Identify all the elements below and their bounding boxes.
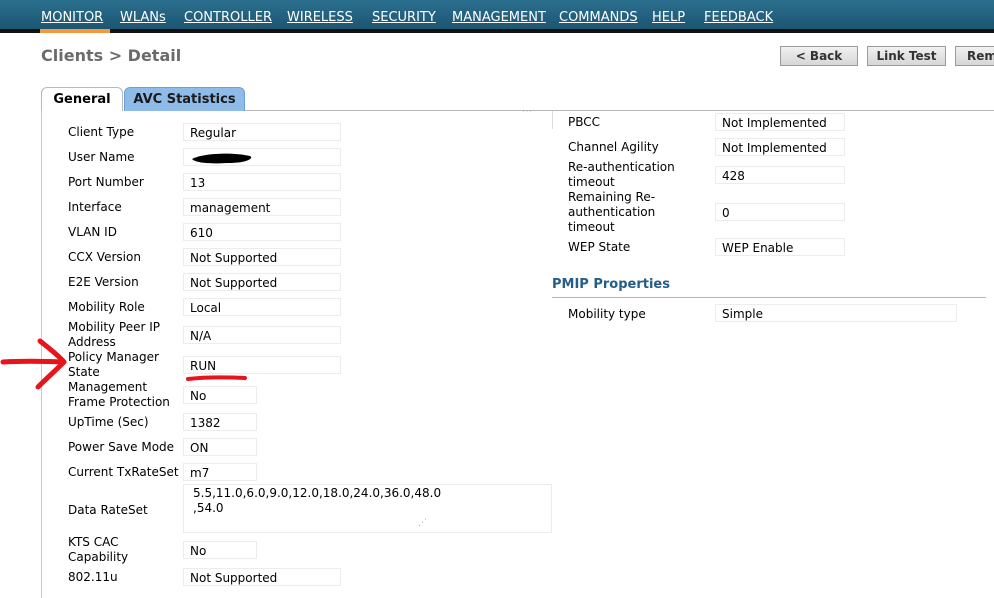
user-name-label: User Name: [68, 150, 135, 164]
pmip-section-title: PMIP Properties: [552, 277, 670, 292]
nav-commands[interactable]: COMMANDS: [559, 10, 638, 25]
kts-cac-capability-value: No: [183, 541, 257, 559]
link-test-button[interactable]: Link Test: [867, 46, 946, 66]
mobility-role-value: Local: [183, 298, 341, 316]
nav-help[interactable]: HELP: [652, 10, 685, 25]
tab-general[interactable]: General: [41, 87, 123, 111]
tab-divider: [245, 110, 994, 111]
kts-cac-capability-label: KTS CAC Capability: [68, 535, 129, 564]
wep-state-value: WEP Enable: [715, 238, 845, 256]
red-annotation: [0, 338, 247, 390]
remove-button[interactable]: Remove: [955, 46, 994, 66]
uptime-label: UpTime (Sec): [68, 415, 149, 429]
client-type-value: Regular: [183, 123, 341, 141]
nav-security[interactable]: SECURITY: [372, 10, 436, 25]
remaining-reauth-timeout-value: 0: [715, 203, 845, 221]
uptime-value: 1382: [183, 413, 257, 431]
port-number-label: Port Number: [68, 175, 144, 189]
reauth-timeout-label: Re-authentication timeout: [568, 160, 675, 189]
mobility-role-label: Mobility Role: [68, 300, 145, 314]
client-type-label: Client Type: [68, 125, 135, 139]
nav-active-indicator: [40, 29, 110, 33]
back-button[interactable]: < Back: [780, 46, 858, 66]
channel-agility-value: Not Implemented: [715, 138, 845, 156]
vlan-id-label: VLAN ID: [68, 225, 117, 239]
power-save-mode-value: ON: [183, 438, 257, 456]
nav-controller[interactable]: CONTROLLER: [184, 10, 272, 25]
wep-state-label: WEP State: [568, 240, 631, 254]
pmip-section-divider: [552, 297, 986, 298]
current-txrateset-value: m7: [183, 463, 257, 481]
nav-wireless[interactable]: WIRELESS: [287, 10, 353, 25]
red-arrow-icon: [0, 338, 67, 390]
ccx-version-value: Not Supported: [183, 248, 341, 266]
remaining-reauth-timeout-label: Remaining Re-authentication timeout: [568, 190, 656, 234]
e2e-version-label: E2E Version: [68, 275, 139, 289]
interface-label: Interface: [68, 200, 122, 214]
nav-wlans[interactable]: WLANs: [120, 10, 166, 25]
port-number-value: 13: [183, 173, 341, 191]
red-underline-icon: [186, 375, 247, 381]
current-txrateset-label: Current TxRateSet: [68, 465, 179, 479]
interface-value: management: [183, 198, 341, 216]
mobility-type-label: Mobility type: [568, 307, 646, 321]
channel-agility-label: Channel Agility: [568, 140, 659, 154]
resize-grip-icon: ⋯: [522, 106, 533, 117]
pbcc-value: Not Implemented: [715, 113, 845, 131]
top-nav-bar: MONITOR WLANs CONTROLLER WIRELESS SECURI…: [0, 0, 994, 33]
tab-avc-statistics[interactable]: AVC Statistics: [124, 87, 245, 111]
e2e-version-value: Not Supported: [183, 273, 341, 291]
mobility-type-value: Simple: [715, 304, 957, 322]
redaction-mark-icon: [192, 153, 252, 164]
nav-feedback[interactable]: FEEDBACK: [704, 10, 773, 25]
nav-management[interactable]: MANAGEMENT: [452, 10, 546, 25]
reauth-timeout-value: 428: [715, 166, 845, 184]
pbcc-label: PBCC: [568, 115, 601, 129]
page-title: Clients > Detail: [41, 46, 182, 65]
data-rateset-textarea[interactable]: 5.5,11.0,6.0,9.0,12.0,18.0,24.0,36.0,48.…: [183, 484, 552, 533]
user-name-value: [183, 148, 341, 166]
80211u-label: 802.11u: [68, 570, 118, 584]
column-divider: [552, 111, 553, 129]
nav-monitor[interactable]: MONITOR: [41, 10, 103, 25]
80211u-value: Not Supported: [183, 568, 341, 586]
data-rateset-label: Data RateSet: [68, 503, 148, 517]
power-save-mode-label: Power Save Mode: [68, 440, 175, 454]
textarea-resize-grip-icon[interactable]: ⋰: [418, 518, 428, 528]
vlan-id-value: 610: [183, 223, 341, 241]
ccx-version-label: CCX Version: [68, 250, 141, 264]
